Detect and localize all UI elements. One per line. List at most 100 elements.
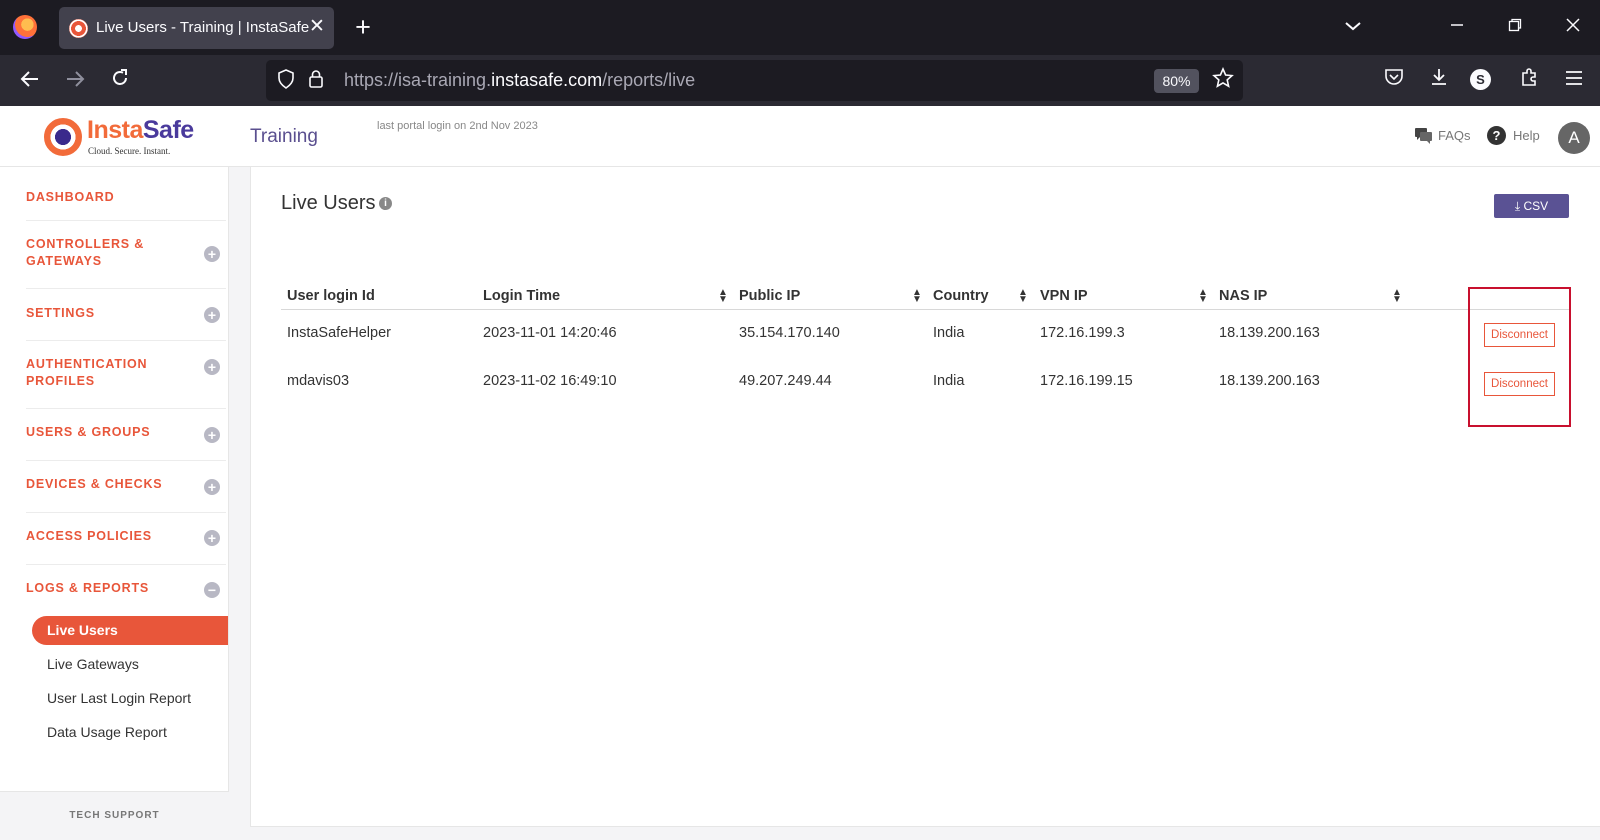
- cell-public-ip: 35.154.170.140: [739, 325, 840, 341]
- tracking-shield-icon[interactable]: [274, 69, 298, 93]
- bookmark-star-icon[interactable]: [1209, 66, 1237, 95]
- reload-icon[interactable]: [106, 67, 134, 95]
- sidebar-item-settings[interactable]: SETTINGS +: [26, 289, 226, 341]
- restore-window-icon[interactable]: [1502, 14, 1528, 40]
- downloads-icon[interactable]: [1425, 67, 1453, 95]
- url-host: instasafe.com: [491, 70, 603, 90]
- address-bar[interactable]: https://isa-training.instasafe.com/repor…: [266, 60, 1243, 101]
- browser-tab-active[interactable]: Live Users - Training | InstaSafe ✕: [59, 7, 334, 49]
- sidebar-subitem-live-users[interactable]: Live Users: [32, 616, 228, 645]
- back-arrow-icon[interactable]: [16, 67, 44, 95]
- zoom-level-badge[interactable]: 80%: [1154, 69, 1199, 93]
- sidebar-item-label: DASHBOARD: [26, 190, 115, 204]
- sort-icon[interactable]: ▲ ▼: [1018, 288, 1028, 305]
- sidebar-item-label: AUTHENTICATION: [26, 357, 148, 371]
- info-icon[interactable]: i: [379, 197, 392, 210]
- minimize-window-icon[interactable]: [1444, 14, 1470, 40]
- logo-tagline: Cloud. Secure. Instant.: [88, 146, 171, 156]
- list-all-tabs-chevron-icon[interactable]: [1340, 14, 1366, 40]
- cell-country: India: [933, 373, 965, 389]
- pocket-icon[interactable]: [1380, 67, 1408, 95]
- cell-vpn-ip: 172.16.199.3: [1040, 325, 1125, 341]
- cell-login-time: 2023-11-01 14:20:46: [483, 325, 617, 341]
- column-header-user-login-id[interactable]: User login Id: [287, 288, 375, 304]
- column-header-login-time[interactable]: Login Time: [483, 288, 560, 304]
- sidebar-item-authentication-profiles[interactable]: AUTHENTICATION PROFILES +: [26, 341, 226, 409]
- url-path: /reports/live: [602, 70, 696, 90]
- app-header: InstaSafe Cloud. Secure. Instant. Traini…: [0, 106, 1600, 167]
- sidebar-subitem-user-last-login-report[interactable]: User Last Login Report: [47, 690, 191, 706]
- instasafe-logo-text[interactable]: InstaSafe: [87, 116, 194, 145]
- cell-user-login-id: mdavis03: [287, 373, 350, 389]
- cell-public-ip: 49.207.249.44: [739, 373, 832, 389]
- expand-plus-icon[interactable]: +: [204, 427, 220, 443]
- last-login-text: last portal login on 2nd Nov 2023: [377, 120, 538, 132]
- column-header-public-ip[interactable]: Public IP: [739, 288, 800, 304]
- expand-plus-icon[interactable]: +: [204, 307, 220, 323]
- cell-country: India: [933, 325, 965, 341]
- tab-title: Live Users - Training | InstaSafe: [96, 19, 310, 36]
- url-prefix: https://isa-training.: [344, 70, 492, 90]
- expand-plus-icon[interactable]: +: [204, 359, 220, 375]
- close-window-icon[interactable]: [1560, 14, 1586, 40]
- portal-title: Training: [250, 126, 318, 147]
- instasafe-favicon-icon: [69, 19, 88, 38]
- sidebar-item-logs-reports[interactable]: LOGS & REPORTS −: [26, 565, 226, 613]
- sidebar-subitem-data-usage-report[interactable]: Data Usage Report: [47, 724, 167, 740]
- sort-icon[interactable]: ▲ ▼: [1392, 288, 1402, 305]
- new-tab-plus-icon[interactable]: +: [350, 14, 376, 41]
- column-header-vpn-ip[interactable]: VPN IP: [1040, 288, 1088, 304]
- expand-plus-icon[interactable]: +: [204, 530, 220, 546]
- faqs-chat-icon[interactable]: [1414, 126, 1433, 145]
- sidebar: DASHBOARD CONTROLLERS & GATEWAYS + SETTI…: [0, 167, 229, 840]
- sidebar-item-label: CONTROLLERS &: [26, 237, 145, 251]
- sidebar-item-label: SETTINGS: [26, 306, 95, 320]
- logo-safe: Safe: [142, 116, 194, 144]
- firefox-logo-icon[interactable]: [13, 15, 37, 39]
- table-header-divider: [281, 309, 1570, 310]
- cell-vpn-ip: 172.16.199.15: [1040, 373, 1133, 389]
- sidebar-item-controllers-gateways[interactable]: CONTROLLERS & GATEWAYS +: [26, 221, 226, 289]
- padlock-icon[interactable]: [304, 69, 328, 93]
- sidebar-item-devices-checks[interactable]: DEVICES & CHECKS +: [26, 461, 226, 513]
- collapse-minus-icon[interactable]: −: [204, 582, 220, 598]
- instasafe-logo-icon[interactable]: [44, 118, 82, 156]
- sidebar-item-access-policies[interactable]: ACCESS POLICIES +: [26, 513, 226, 565]
- column-header-nas-ip[interactable]: NAS IP: [1219, 288, 1267, 304]
- tech-support-button[interactable]: TECH SUPPORT: [0, 791, 229, 840]
- sidebar-item-dashboard[interactable]: DASHBOARD: [26, 181, 226, 221]
- highlight-annotation-box: [1468, 287, 1571, 427]
- faqs-link[interactable]: FAQs: [1438, 128, 1471, 143]
- browser-tab-bar: Live Users - Training | InstaSafe ✕ +: [0, 0, 1600, 55]
- user-avatar[interactable]: A: [1558, 122, 1590, 154]
- account-avatar-icon[interactable]: S: [1470, 69, 1491, 90]
- sidebar-item-label: LOGS & REPORTS: [26, 581, 150, 595]
- sidebar-item-label-line2: PROFILES: [26, 374, 95, 388]
- sidebar-item-users-groups[interactable]: USERS & GROUPS +: [26, 409, 226, 461]
- page-title: Live Users: [281, 192, 376, 214]
- cell-login-time: 2023-11-02 16:49:10: [483, 373, 617, 389]
- content-panel: [250, 167, 1600, 827]
- cell-nas-ip: 18.139.200.163: [1219, 325, 1320, 341]
- forward-arrow-icon[interactable]: [61, 67, 89, 95]
- column-header-country[interactable]: Country: [933, 288, 989, 304]
- expand-plus-icon[interactable]: +: [204, 479, 220, 495]
- url-text[interactable]: https://isa-training.instasafe.com/repor…: [344, 70, 695, 91]
- tab-close-icon[interactable]: ✕: [306, 15, 328, 39]
- sidebar-subitem-live-gateways[interactable]: Live Gateways: [47, 656, 139, 672]
- cell-user-login-id: InstaSafeHelper: [287, 325, 391, 341]
- extensions-puzzle-icon[interactable]: [1515, 67, 1543, 95]
- sidebar-subitem-label: Live Users: [47, 622, 118, 638]
- expand-plus-icon[interactable]: +: [204, 246, 220, 262]
- sort-icon[interactable]: ▲ ▼: [912, 288, 922, 305]
- sort-icon[interactable]: ▲ ▼: [718, 288, 728, 305]
- app-menu-hamburger-icon[interactable]: [1560, 67, 1588, 95]
- csv-download-button[interactable]: ⤓ CSV: [1494, 194, 1569, 218]
- sidebar-item-label-line2: GATEWAYS: [26, 254, 102, 268]
- sidebar-item-label: ACCESS POLICIES: [26, 529, 152, 543]
- sort-icon[interactable]: ▲ ▼: [1198, 288, 1208, 305]
- help-question-icon[interactable]: ?: [1487, 126, 1506, 145]
- sidebar-item-label: USERS & GROUPS: [26, 425, 151, 439]
- cell-nas-ip: 18.139.200.163: [1219, 373, 1320, 389]
- help-link[interactable]: Help: [1513, 128, 1540, 143]
